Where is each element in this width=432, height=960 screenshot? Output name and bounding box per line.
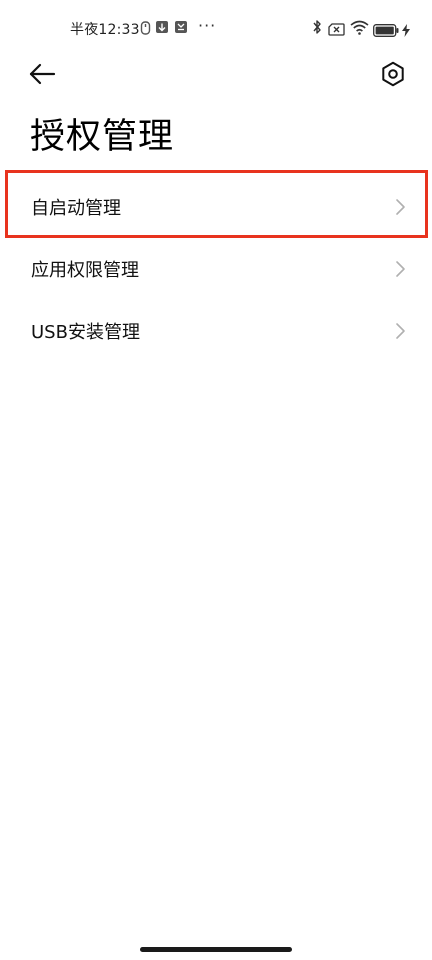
list-item-auto-start[interactable]: 自启动管理 bbox=[0, 176, 432, 238]
download-icon bbox=[156, 21, 168, 33]
notification-icon bbox=[175, 21, 187, 33]
list-item-app-permissions[interactable]: 应用权限管理 bbox=[0, 238, 432, 300]
settings-list: 自启动管理 应用权限管理 USB安装管理 bbox=[0, 176, 432, 362]
back-arrow-icon bbox=[29, 63, 56, 85]
gesture-nav-handle[interactable] bbox=[140, 947, 292, 952]
chevron-right-icon bbox=[396, 261, 405, 277]
status-time: 半夜12:33 bbox=[70, 22, 140, 38]
bluetooth-icon bbox=[312, 19, 322, 39]
list-item-usb-install[interactable]: USB安装管理 bbox=[0, 300, 432, 362]
page-title: 授权管理 bbox=[30, 117, 175, 157]
list-item-label: USB安装管理 bbox=[31, 322, 140, 343]
charging-icon bbox=[402, 22, 410, 41]
wifi-icon bbox=[350, 20, 369, 39]
list-item-label: 应用权限管理 bbox=[31, 260, 139, 281]
chevron-right-icon bbox=[396, 323, 405, 339]
chevron-right-icon bbox=[396, 199, 405, 215]
more-indicator: ··· bbox=[198, 16, 217, 35]
back-button[interactable] bbox=[28, 60, 58, 88]
list-item-label: 自启动管理 bbox=[31, 198, 121, 219]
settings-button[interactable] bbox=[380, 61, 406, 87]
settings-hexagon-icon bbox=[382, 61, 404, 87]
data-saver-icon bbox=[140, 20, 151, 39]
sim-off-icon bbox=[328, 21, 345, 40]
battery-icon bbox=[373, 22, 399, 41]
status-bar: 半夜12:33 ··· bbox=[0, 0, 432, 56]
